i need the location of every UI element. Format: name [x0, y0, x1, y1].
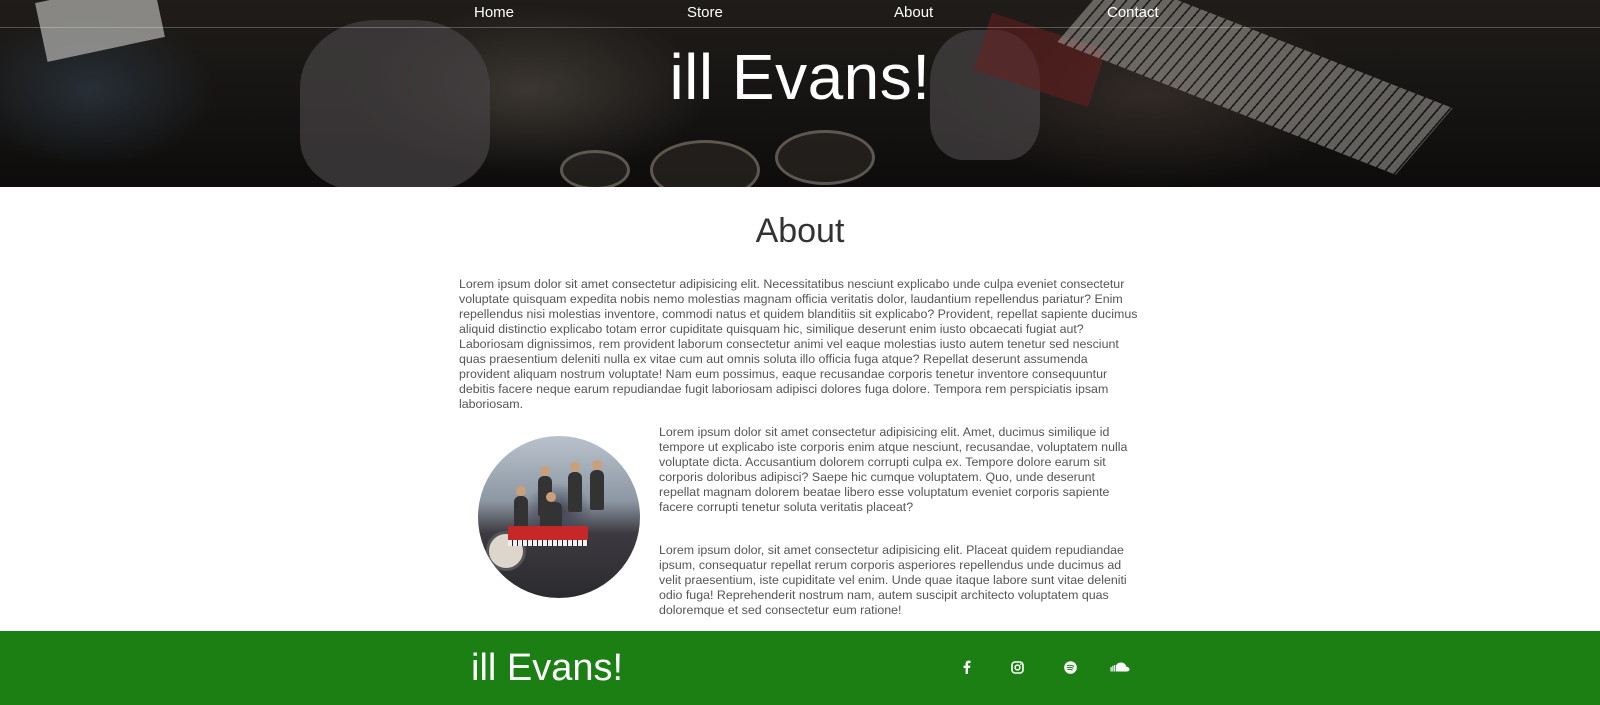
band-member-head	[546, 492, 556, 502]
about-heading: About	[755, 212, 845, 250]
band-photo-keyboard	[508, 526, 588, 540]
spotify-icon[interactable]	[1061, 658, 1079, 676]
about-paragraph-3: Lorem ipsum dolor, sit amet consectetur …	[659, 543, 1127, 617]
nav-store-link[interactable]: Store	[687, 4, 723, 21]
footer-logo: ill Evans!	[471, 647, 624, 689]
band-member-head	[540, 466, 550, 476]
band-photo	[478, 436, 640, 598]
hero-banner: Home Store About Contact ill Evans!	[0, 0, 1600, 187]
about-paragraph-2: Lorem ipsum dolor sit amet consectetur a…	[659, 425, 1128, 514]
band-member-figure	[568, 472, 582, 512]
soundcloud-icon[interactable]	[1110, 658, 1130, 676]
band-photo-keys	[508, 540, 588, 546]
band-member-figure	[590, 470, 604, 510]
main-nav: Home Store About Contact	[0, 0, 1600, 28]
band-member-head	[592, 460, 602, 470]
about-paragraph-1: Lorem ipsum dolor sit amet consectetur a…	[459, 277, 1138, 411]
nav-about-link[interactable]: About	[894, 4, 933, 21]
band-member-head	[516, 486, 526, 496]
footer: ill Evans!	[0, 631, 1600, 705]
hero-title: ill Evans!	[669, 41, 931, 113]
instagram-icon[interactable]	[1008, 658, 1026, 676]
nav-home-link[interactable]: Home	[474, 4, 514, 21]
facebook-icon[interactable]	[957, 658, 975, 676]
band-member-head	[570, 462, 580, 472]
nav-contact-link[interactable]: Contact	[1107, 4, 1159, 21]
